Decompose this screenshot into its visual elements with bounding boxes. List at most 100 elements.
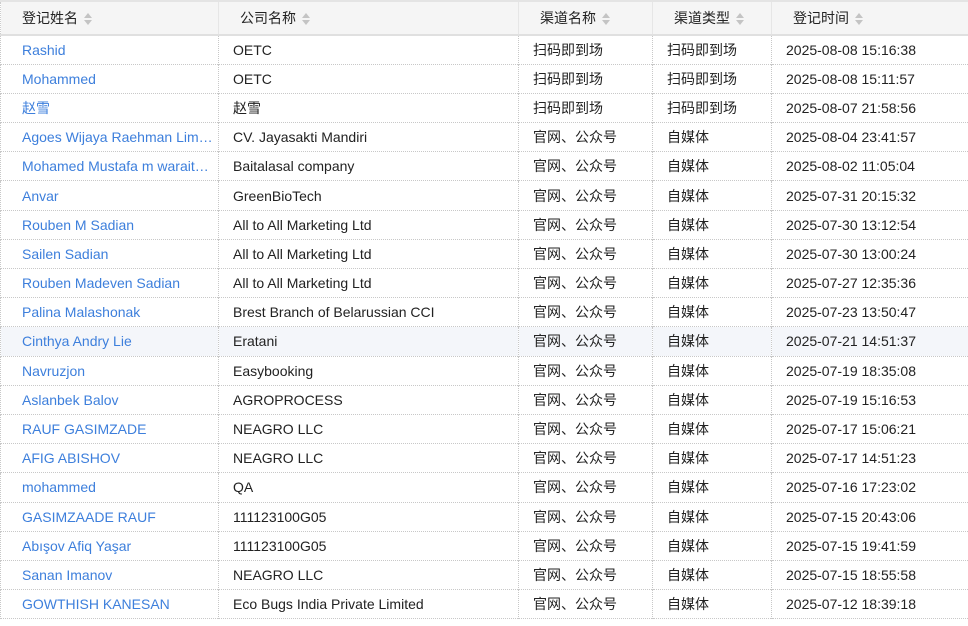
column-company-name-cell: All to All Marketing Ltd: [218, 210, 519, 240]
column-registrant-name-cell[interactable]: 赵雪: [0, 93, 219, 123]
column-registrant-name-cell[interactable]: Aslanbek Balov: [0, 385, 219, 415]
column-channel-type-cell: 扫码即到场: [652, 35, 772, 65]
sort-icon[interactable]: [84, 13, 93, 26]
column-channel-name-cell: 扫码即到场: [518, 64, 653, 94]
column-channel-name-cell: 官网、公众号: [518, 443, 653, 473]
column-company-name-header[interactable]: 公司名称: [218, 1, 519, 35]
table-row[interactable]: GOWTHISH KANESAN Eco Bugs India Private L…: [0, 589, 968, 619]
column-registrant-name-cell[interactable]: Navruzjon: [0, 356, 219, 386]
column-channel-name-cell: 官网、公众号: [518, 210, 653, 240]
column-channel-type-cell: 自媒体: [652, 151, 772, 181]
table-row[interactable]: Sanan Imanov NEAGRO LLC 官网、公众号 自媒体 2025-07-1…: [0, 560, 968, 590]
registrations-table: 登记姓名 公司名称 渠道名称 渠道类型 登记时间 Rashid OETC 扫码即到场 扫码即到…: [0, 0, 968, 619]
column-registrant-name-cell[interactable]: GOWTHISH KANESAN: [0, 589, 219, 619]
column-company-name-cell: Eco Bugs India Private Limited: [218, 589, 519, 619]
table-row[interactable]: GASIMZAADE RAUF 111123100G05 官网、公众号 自媒体 2025…: [0, 502, 968, 532]
table-row[interactable]: AFIG ABISHOV NEAGRO LLC 官网、公众号 自媒体 2025-07-1…: [0, 443, 968, 473]
column-company-name-cell: NEAGRO LLC: [218, 560, 519, 590]
column-channel-name-cell: 官网、公众号: [518, 122, 653, 152]
column-registrant-name-cell[interactable]: Rashid: [0, 35, 219, 65]
column-registration-time-cell: 2025-07-19 15:16:53: [771, 385, 968, 415]
column-registration-time-cell: 2025-07-27 12:35:36: [771, 268, 968, 298]
column-registration-time-cell: 2025-08-08 15:11:57: [771, 64, 968, 94]
column-company-name-cell: All to All Marketing Ltd: [218, 239, 519, 269]
table-row[interactable]: mohammed QA 官网、公众号 自媒体 2025-07-16 17:23:02: [0, 472, 968, 502]
table-row[interactable]: Palina Malashonak Brest Branch of Belarus…: [0, 297, 968, 327]
column-channel-type-header[interactable]: 渠道类型: [652, 1, 772, 35]
sort-icon[interactable]: [855, 13, 864, 26]
column-channel-name-cell: 官网、公众号: [518, 297, 653, 327]
column-registration-time-cell: 2025-07-12 18:39:18: [771, 589, 968, 619]
column-channel-type-cell: 自媒体: [652, 268, 772, 298]
column-registrant-name-cell[interactable]: Rouben Madeven Sadian: [0, 268, 219, 298]
table-row[interactable]: Rashid OETC 扫码即到场 扫码即到场 2025-08-08 15:16:38: [0, 35, 968, 65]
column-registrant-name-cell[interactable]: Sanan Imanov: [0, 560, 219, 590]
table-row[interactable]: Sailen Sadian All to All Marketing Ltd 官网、…: [0, 239, 968, 269]
column-company-name-cell: Easybooking: [218, 356, 519, 386]
sort-icon[interactable]: [302, 13, 311, 26]
column-channel-type-cell: 自媒体: [652, 326, 772, 357]
table-row[interactable]: 赵雪 赵雪 扫码即到场 扫码即到场 2025-08-07 21:58:56: [0, 93, 968, 123]
column-registration-time-cell: 2025-08-02 11:05:04: [771, 151, 968, 181]
column-registrant-name-cell[interactable]: Sailen Sadian: [0, 239, 219, 269]
header-label: 公司名称: [240, 10, 296, 26]
column-registration-time-header[interactable]: 登记时间: [771, 1, 968, 35]
sort-icon[interactable]: [602, 13, 611, 26]
column-company-name-cell: QA: [218, 472, 519, 502]
column-registrant-name-cell[interactable]: AFIG ABISHOV: [0, 443, 219, 473]
table-row[interactable]: Anvar GreenBioTech 官网、公众号 自媒体 2025-07-31 20:…: [0, 180, 968, 211]
column-registrant-name-cell[interactable]: GASIMZAADE RAUF: [0, 502, 219, 532]
table-row[interactable]: RAUF GASIMZADE NEAGRO LLC 官网、公众号 自媒体 2025-07…: [0, 414, 968, 444]
column-registration-time-cell: 2025-07-30 13:00:24: [771, 239, 968, 269]
column-channel-name-cell: 官网、公众号: [518, 502, 653, 532]
column-channel-type-cell: 自媒体: [652, 122, 772, 152]
column-channel-name-cell: 官网、公众号: [518, 151, 653, 181]
header-label: 登记姓名: [22, 10, 78, 26]
table-row[interactable]: Rouben M Sadian All to All Marketing Ltd 官…: [0, 210, 968, 240]
column-channel-type-cell: 自媒体: [652, 443, 772, 473]
column-registrant-name-cell[interactable]: mohammed: [0, 472, 219, 502]
column-registrant-name-cell[interactable]: Anvar: [0, 180, 219, 211]
column-registrant-name-cell[interactable]: Agoes Wijaya Raehman Lim…: [0, 122, 219, 152]
table-row[interactable]: Agoes Wijaya Raehman Lim… CV. Jayasakti M…: [0, 122, 968, 152]
table-row[interactable]: Rouben Madeven Sadian All to All Marketin…: [0, 268, 968, 298]
column-channel-type-cell: 自媒体: [652, 414, 772, 444]
column-registrant-name-header[interactable]: 登记姓名: [0, 1, 219, 35]
column-channel-name-cell: 官网、公众号: [518, 414, 653, 444]
column-registration-time-cell: 2025-07-30 13:12:54: [771, 210, 968, 240]
column-channel-type-cell: 自媒体: [652, 502, 772, 532]
column-company-name-cell: OETC: [218, 64, 519, 94]
table-row[interactable]: Mohammed OETC 扫码即到场 扫码即到场 2025-08-08 15:11:5…: [0, 64, 968, 94]
table-header: 登记姓名 公司名称 渠道名称 渠道类型 登记时间: [0, 1, 968, 35]
column-registrant-name-cell[interactable]: Rouben M Sadian: [0, 210, 219, 240]
column-registrant-name-cell[interactable]: RAUF GASIMZADE: [0, 414, 219, 444]
column-registrant-name-cell[interactable]: Cinthya Andry Lie: [0, 326, 219, 357]
table-row[interactable]: Navruzjon Easybooking 官网、公众号 自媒体 2025-07-19 …: [0, 356, 968, 386]
column-channel-type-cell: 自媒体: [652, 472, 772, 502]
column-registrant-name-cell[interactable]: Palina Malashonak: [0, 297, 219, 327]
column-channel-name-cell: 官网、公众号: [518, 180, 653, 211]
column-channel-name-cell: 官网、公众号: [518, 268, 653, 298]
column-registration-time-cell: 2025-07-16 17:23:02: [771, 472, 968, 502]
column-company-name-cell: CV. Jayasakti Mandiri: [218, 122, 519, 152]
table-row[interactable]: Aslanbek Balov AGROPROCESS 官网、公众号 自媒体 2025-0…: [0, 385, 968, 415]
column-channel-type-cell: 自媒体: [652, 589, 772, 619]
column-channel-type-cell: 自媒体: [652, 560, 772, 590]
column-channel-name-header[interactable]: 渠道名称: [518, 1, 653, 35]
column-registrant-name-cell[interactable]: Mohamed Mustafa m warait…: [0, 151, 219, 181]
sort-icon[interactable]: [736, 13, 745, 26]
column-company-name-cell: All to All Marketing Ltd: [218, 268, 519, 298]
column-channel-name-cell: 扫码即到场: [518, 35, 653, 65]
column-channel-type-cell: 自媒体: [652, 210, 772, 240]
table-row[interactable]: Cinthya Andry Lie Eratani 官网、公众号 自媒体 2025-07…: [0, 326, 968, 357]
header-label: 登记时间: [793, 10, 849, 26]
column-registration-time-cell: 2025-07-19 18:35:08: [771, 356, 968, 386]
table-row[interactable]: Mohamed Mustafa m warait… Baitalasal comp…: [0, 151, 968, 181]
table-row[interactable]: Abışov Afiq Yaşar 111123100G05 官网、公众号 自媒体 20…: [0, 531, 968, 561]
column-registration-time-cell: 2025-07-15 20:43:06: [771, 502, 968, 532]
column-channel-name-cell: 扫码即到场: [518, 93, 653, 123]
column-registrant-name-cell[interactable]: Mohammed: [0, 64, 219, 94]
header-label: 渠道类型: [674, 10, 730, 26]
column-channel-name-cell: 官网、公众号: [518, 356, 653, 386]
column-registrant-name-cell[interactable]: Abışov Afiq Yaşar: [0, 531, 219, 561]
